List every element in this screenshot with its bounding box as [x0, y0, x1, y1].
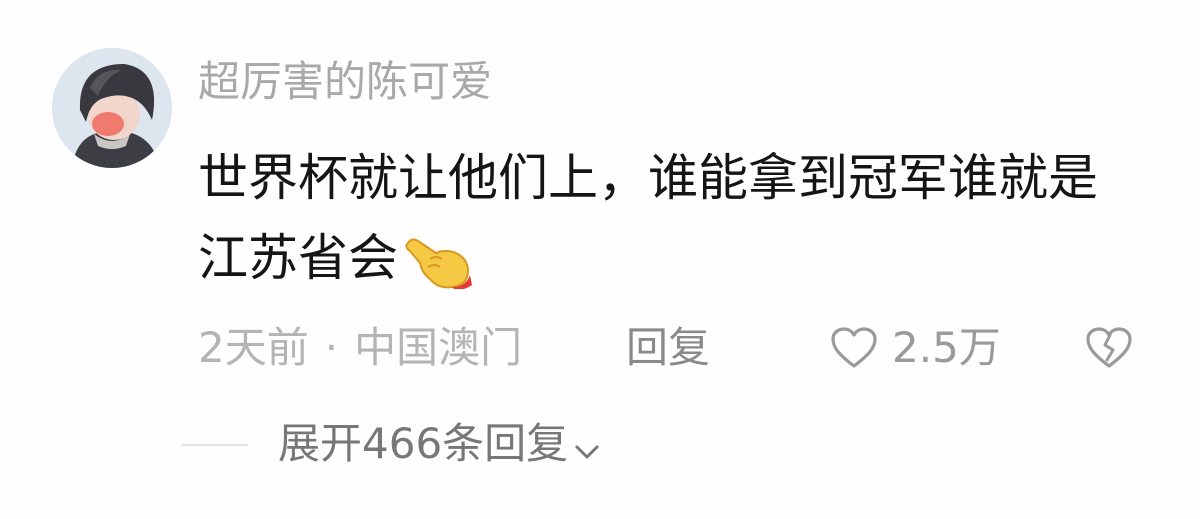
comment-meta: 2天前 · 中国澳门 回复 2.5万 [198, 318, 1158, 378]
comment-time: 2天前 [198, 323, 309, 372]
avatar[interactable] [52, 48, 172, 168]
comment-location: 中国澳门 [354, 323, 523, 372]
broken-heart-icon[interactable] [1085, 326, 1133, 386]
divider-line [182, 444, 248, 446]
like-count: 2.5万 [892, 323, 1001, 372]
expand-replies-row: 展开466条回复 [182, 414, 742, 474]
username[interactable]: 超厉害的陈可爱 [198, 55, 492, 109]
pointing-hand-emoji [402, 229, 474, 312]
comment-content: 世界杯就让他们上，谁能拿到冠军谁就是江苏省会 [198, 149, 1098, 287]
meta-separator: · [324, 323, 339, 372]
expand-replies-button[interactable]: 展开466条回复 [278, 414, 600, 477]
reply-button[interactable]: 回复 [626, 318, 710, 378]
expand-replies-label: 展开466条回复 [278, 419, 569, 468]
comment-text: 世界杯就让他们上，谁能拿到冠军谁就是江苏省会 [198, 138, 1138, 312]
heart-outline-icon[interactable] [830, 326, 878, 386]
chevron-down-icon [574, 417, 600, 477]
